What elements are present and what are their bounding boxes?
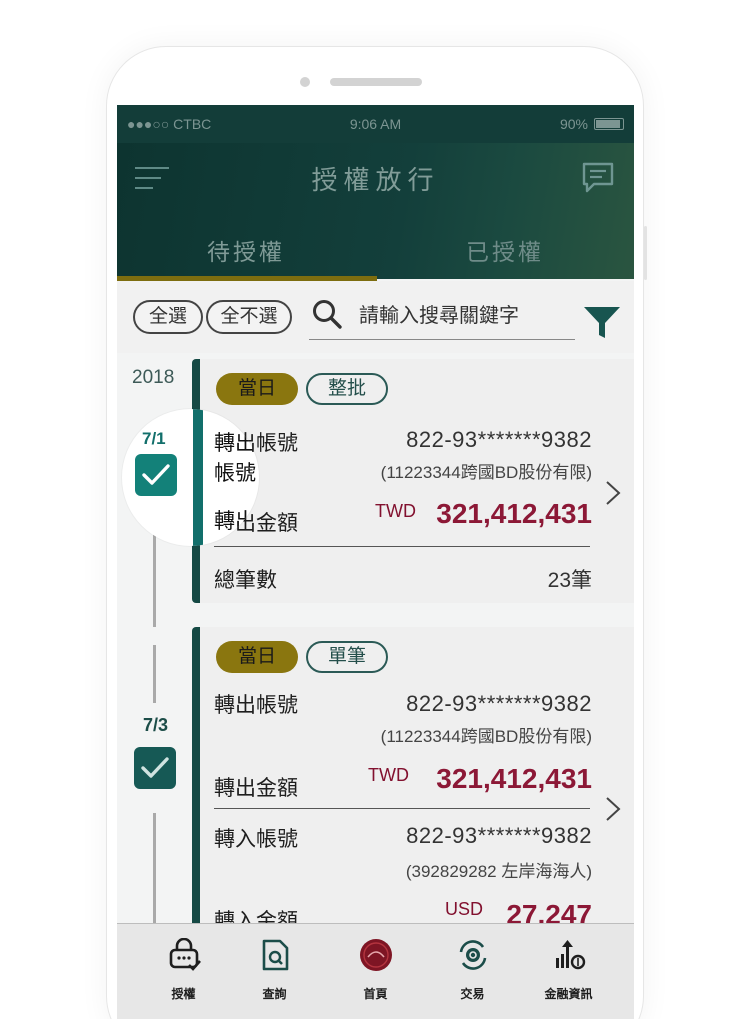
nav-financial-info[interactable]: 金融資訊 (517, 924, 620, 1019)
out-amount: 321,412,431 (436, 763, 592, 794)
document-search-icon (262, 939, 289, 971)
select-all-button[interactable]: 全選 (133, 300, 203, 334)
nav-label: 查詢 (262, 987, 287, 1001)
tag-same-day: 當日 (216, 641, 298, 673)
out-account-number: 822-93*******9382 (406, 427, 592, 452)
out-amount: 321,412,431 (436, 498, 592, 529)
speaker-icon (330, 78, 422, 86)
filter-bar: 全選 全不選 (117, 281, 634, 353)
app-header: 授權放行 待授權 已授權 (117, 143, 634, 279)
battery-percent: 90% (559, 116, 588, 132)
chevron-right-icon[interactable] (604, 795, 622, 823)
in-account-number: 822-93*******9382 (406, 823, 592, 848)
phone-side-button (644, 226, 647, 280)
chevron-right-icon[interactable] (604, 479, 622, 507)
count-value: 23筆 (547, 569, 592, 592)
count-label: 總筆數 (214, 569, 277, 592)
nav-home[interactable]: 首頁 (324, 924, 427, 1019)
timeline-date: 7/3 (143, 715, 169, 735)
tab-pending[interactable]: 待授權 (117, 227, 375, 279)
timeline-line (153, 645, 156, 703)
out-currency: TWD (368, 765, 409, 785)
nav-label: 授權 (171, 987, 196, 1001)
tag-single: 單筆 (306, 641, 388, 673)
stage: ●●●○○ CTBC 9:06 AM 90% 授權放行 待授權 已授權 全選 全… (0, 0, 750, 1019)
out-amount-label: 轉出金額 (214, 777, 298, 800)
timeline-date: 7/1 (142, 429, 166, 448)
filter-funnel-icon[interactable] (584, 305, 620, 339)
out-account-label: 轉出帳號 (214, 432, 256, 485)
out-account-owner: (11223344跨國BD股份有限) (380, 727, 592, 746)
tag-same-day: 當日 (216, 373, 298, 405)
card-divider (214, 808, 590, 809)
out-account-label: 轉出帳號 (214, 694, 298, 717)
tag-batch: 整批 (306, 373, 388, 405)
timeline-line (153, 813, 156, 923)
in-currency: USD (445, 899, 484, 919)
search-underline (309, 339, 575, 340)
battery-icon (594, 118, 624, 130)
out-currency: TWD (375, 501, 416, 521)
in-account-label: 轉入帳號 (214, 828, 298, 851)
finance-chart-icon (556, 940, 586, 970)
nav-query[interactable]: 查詢 (223, 924, 326, 1019)
clock-label: 9:06 AM (349, 116, 402, 132)
out-account-number: 822-93*******9382 (406, 691, 592, 716)
nav-label: 金融資訊 (544, 987, 593, 1001)
camera-icon (300, 77, 310, 87)
select-none-button[interactable]: 全不選 (206, 300, 292, 334)
bottom-navigation: 授權 查詢 首頁 交易 金融資訊 (117, 923, 634, 1019)
message-icon[interactable] (580, 161, 616, 195)
in-account-owner: (392829282 左岸海海人) (405, 862, 592, 881)
row-checkbox[interactable] (135, 454, 177, 496)
exchange-icon (459, 940, 487, 970)
search-icon[interactable] (311, 298, 343, 330)
nav-transaction[interactable]: 交易 (421, 924, 524, 1019)
status-bar: ●●●○○ CTBC 9:06 AM 90% (117, 105, 634, 143)
page-title: 授權放行 (311, 165, 440, 195)
highlight-card-edge (193, 409, 203, 546)
tab-authorized[interactable]: 已授權 (376, 227, 634, 279)
nav-label: 首頁 (363, 987, 388, 1001)
card-divider (214, 546, 590, 547)
lock-bag-icon (169, 938, 201, 971)
nav-label: 交易 (460, 987, 485, 1001)
magnifier-highlight: 7/1 轉出帳號 轉出金額 (122, 409, 259, 546)
home-logo-icon (360, 939, 392, 971)
out-amount-label: 轉出金額 (214, 510, 256, 546)
check-icon (142, 464, 170, 485)
app-screen: ●●●○○ CTBC 9:06 AM 90% 授權放行 待授權 已授權 全選 全… (117, 105, 634, 1019)
timeline-year: 2018 (132, 367, 175, 388)
out-account-owner: (11223344跨國BD股份有限) (380, 463, 592, 482)
search-input[interactable] (359, 299, 571, 333)
nav-authorize[interactable]: 授權 (132, 924, 235, 1019)
row-checkbox[interactable] (134, 747, 176, 789)
check-icon (141, 757, 169, 778)
